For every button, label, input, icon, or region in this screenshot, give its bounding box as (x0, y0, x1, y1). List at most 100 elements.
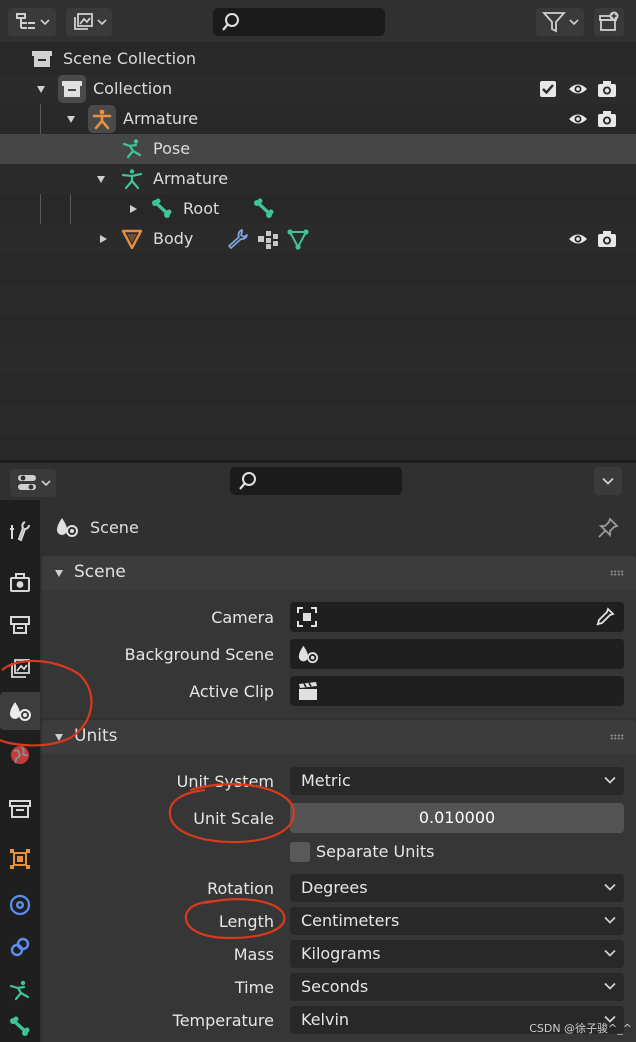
constraint-link-icon (10, 937, 30, 957)
tab-tool[interactable] (0, 512, 40, 550)
camera-object-icon (297, 607, 317, 627)
watermark: CSDN @徐子骏^_^ (529, 1022, 632, 1035)
tab-scene[interactable] (0, 692, 40, 730)
object-square-icon (10, 849, 30, 869)
properties-search-input[interactable] (230, 467, 402, 495)
tab-render[interactable] (0, 564, 40, 602)
armature-data-icon (9, 980, 30, 1001)
bone-icon (150, 198, 174, 220)
options-dropdown-button[interactable] (594, 467, 622, 495)
tool-icon (10, 521, 30, 542)
expand-triangle-down-icon[interactable] (96, 173, 106, 185)
camera-render-icon[interactable] (597, 110, 617, 128)
length-dropdown[interactable]: Centimeters (290, 907, 624, 935)
outliner-search-input[interactable] (213, 8, 385, 36)
time-value: Seconds (301, 977, 369, 996)
outliner-editor-icon (15, 13, 35, 29)
armature-object-icon (88, 105, 116, 133)
camera-field[interactable] (290, 602, 624, 632)
empty-row (0, 344, 636, 374)
mass-dropdown[interactable]: Kilograms (290, 940, 624, 968)
scene-panel-header[interactable]: Scene (42, 556, 636, 590)
outliner-row-scene-collection[interactable]: Scene Collection (0, 44, 636, 74)
editor-type-button[interactable] (10, 469, 56, 497)
scene-collection-icon (30, 48, 54, 70)
scene-icon (10, 702, 31, 721)
outliner-row-body[interactable]: Body (0, 224, 636, 254)
time-dropdown[interactable]: Seconds (290, 973, 624, 1001)
drag-grip-icon[interactable] (610, 734, 624, 740)
empty-row (0, 284, 636, 314)
chevron-down-icon (604, 883, 616, 891)
rotation-dropdown[interactable]: Degrees (290, 874, 624, 902)
empty-row (0, 314, 636, 344)
filter-button[interactable] (536, 8, 584, 36)
properties-editor-icon (17, 475, 36, 490)
context-breadcrumb: Scene (40, 500, 636, 552)
render-camera-icon (10, 573, 30, 592)
length-value: Centimeters (301, 911, 400, 930)
tab-collection[interactable] (0, 790, 40, 828)
tab-physics[interactable] (0, 886, 40, 924)
bone-child-icon[interactable] (252, 198, 276, 220)
units-panel-header[interactable]: Units (42, 720, 636, 754)
eye-icon[interactable] (568, 110, 588, 128)
exclude-checkbox-icon[interactable] (538, 80, 558, 98)
active-clip-field[interactable] (290, 676, 624, 706)
tab-world[interactable] (0, 736, 40, 774)
pin-icon[interactable] (596, 516, 620, 540)
outliner-row-root-bone[interactable]: Root (0, 194, 636, 224)
tab-bone[interactable] (0, 1012, 40, 1042)
units-panel-title: Units (74, 726, 118, 746)
collection-icon (9, 800, 31, 818)
temperature-value: Kelvin (301, 1010, 350, 1029)
outliner-row-collection[interactable]: Collection (0, 74, 636, 104)
collection-icon (58, 75, 86, 103)
empty-row (0, 374, 636, 404)
eye-icon[interactable] (568, 230, 588, 248)
camera-label: Camera (211, 608, 274, 627)
background-scene-field[interactable] (290, 639, 624, 669)
separate-units-checkbox[interactable] (290, 842, 310, 862)
eye-icon[interactable] (568, 80, 588, 98)
expand-triangle-down-icon[interactable] (36, 83, 46, 95)
outliner-row-armature-data[interactable]: Armature (0, 164, 636, 194)
wrench-modifier-icon[interactable] (226, 228, 250, 250)
vertex-groups-icon[interactable] (256, 228, 280, 250)
tab-output[interactable] (0, 606, 40, 644)
unit-system-dropdown[interactable]: Metric (290, 767, 624, 795)
tab-constraints[interactable] (0, 928, 40, 966)
expand-triangle-right-icon[interactable] (128, 203, 138, 215)
outliner-row-pose[interactable]: Pose (0, 134, 636, 164)
outliner-row-label: Collection (93, 79, 173, 98)
editor-type-button[interactable] (8, 8, 56, 36)
rotation-value: Degrees (301, 878, 368, 897)
view-layer-icon (73, 13, 93, 30)
camera-render-icon[interactable] (597, 80, 617, 98)
tab-object-data-armature[interactable] (0, 972, 40, 1010)
display-mode-button[interactable] (66, 8, 112, 36)
filter-funnel-icon (541, 12, 566, 33)
drag-grip-icon[interactable] (610, 570, 624, 576)
new-collection-button[interactable] (594, 8, 624, 36)
pose-icon (120, 138, 144, 160)
expand-triangle-down-icon[interactable] (66, 113, 76, 125)
mesh-data-icon[interactable] (286, 228, 310, 250)
tab-object[interactable] (0, 840, 40, 878)
expand-triangle-right-icon[interactable] (98, 233, 108, 245)
mesh-object-icon (120, 228, 144, 250)
chevron-down-icon (39, 19, 50, 26)
chevron-down-icon (604, 776, 616, 784)
properties-tabs (0, 500, 40, 1042)
rotation-label: Rotation (207, 879, 274, 898)
chevron-down-icon (40, 480, 51, 487)
properties-content: Scene Scene Camera Background Scene Acti… (40, 500, 636, 1042)
chevron-down-icon (604, 982, 616, 990)
unit-scale-field[interactable]: 0.010000 (290, 803, 624, 833)
tab-view-layer[interactable] (0, 650, 40, 688)
scene-icon (298, 645, 319, 664)
outliner-row-armature-object[interactable]: Armature (0, 104, 636, 134)
camera-render-icon[interactable] (597, 230, 617, 248)
view-layer-icon (11, 659, 30, 678)
eyedropper-icon[interactable] (594, 606, 616, 628)
